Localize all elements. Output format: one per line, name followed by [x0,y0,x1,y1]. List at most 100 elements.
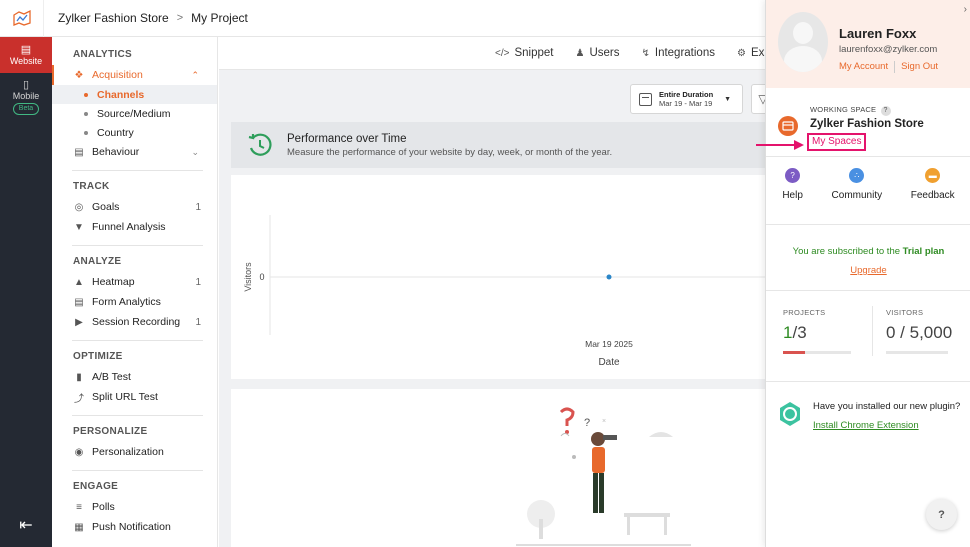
date-range-value: Mar 19 - Mar 19 [659,99,713,108]
nav-sub-country[interactable]: Country [52,123,217,142]
tab-label: Snippet [514,47,554,59]
divider [72,245,203,246]
nav-item-personalization[interactable]: ◉ Personalization [52,442,217,462]
visitors-label: VISITORS [886,308,924,317]
app-logo[interactable] [0,0,44,37]
nav-item-form-analytics[interactable]: ▤ Form Analytics [52,292,217,312]
nav-item-label: Split URL Test [92,391,158,403]
community-link[interactable]: ∴ Community [832,168,882,201]
performance-title: Performance over Time [287,132,407,145]
nav-item-label: Form Analytics [92,296,161,308]
nav-item-label: Polls [92,501,115,513]
funnel-icon: ▼ [74,221,84,233]
nav-item-polls[interactable]: ≡ Polls [52,497,217,517]
nav-item-goals[interactable]: ◎ Goals 1 [52,197,217,217]
divider [766,290,970,291]
lightning-icon: ↯ [641,48,650,59]
rail-item-website[interactable]: ▤ Website [0,37,52,73]
account-links: My Account Sign Out [839,61,938,73]
nav-section-personalize: PERSONALIZE [73,426,148,437]
nav-item-label: Goals [92,201,120,213]
code-icon: </> [495,48,510,59]
x-tick-label: Mar 19 2025 [585,339,633,349]
behaviour-icon: ▤ [74,146,84,158]
user-name: Lauren Foxx [839,26,917,41]
tab-users[interactable]: ♟ Users [575,47,619,59]
breadcrumb-store[interactable]: Zylker Fashion Store [58,11,169,25]
heatmap-icon: ▲ [74,276,84,288]
explorer-illustration: ? × [516,407,691,546]
ab-test-icon: ▮ [76,371,82,383]
divider [72,340,203,341]
nav-item-heatmap[interactable]: ▲ Heatmap 1 [52,272,217,292]
tab-label: Exp [750,47,765,59]
feedback-link[interactable]: ▬ Feedback [911,168,955,201]
date-range-dropdown[interactable]: Entire Duration Mar 19 - Mar 19 ▼ [630,84,743,114]
help-fab-button[interactable]: ? [926,499,957,530]
trial-plan: Trial plan [902,246,945,257]
user-email: laurenfoxx@zylker.com [839,44,938,55]
history-icon [248,133,272,156]
profile-header: › Lauren Foxx laurenfoxx@zylker.com My A… [766,0,970,88]
nav-sub-label: Channels [97,88,145,101]
divider [72,470,203,471]
nav-sub-source-medium[interactable]: Source/Medium [52,104,217,123]
close-icon[interactable]: › [964,4,967,15]
collapse-icon[interactable]: ⇤ [0,515,52,535]
help-link[interactable]: ? Help [782,168,803,201]
trial-status: You are subscribed to the Trial plan [766,246,970,257]
projects-label: PROJECTS [783,308,826,317]
nav-item-label: Session Recording [92,316,181,328]
polls-icon: ≡ [76,501,82,513]
upgrade-link[interactable]: Upgrade [766,265,970,276]
nav-item-label: Funnel Analysis [92,221,166,233]
tab-snippet[interactable]: </> Snippet [495,47,553,59]
help-icon[interactable]: ? [880,106,891,116]
x-axis-label: Date [598,357,620,368]
breadcrumb-project[interactable]: My Project [191,11,248,25]
performance-subtitle: Measure the performance of your website … [287,146,613,158]
projects-value: 1/3 [783,323,851,343]
rail-item-label: Mobile [12,91,40,101]
nav-item-label: Heatmap [92,276,135,288]
tab-exp[interactable]: ⚙ Exp [737,47,765,59]
users-icon: ♟ [575,48,585,59]
nav-section-track: TRACK [73,181,110,192]
nav-sub-channels[interactable]: Channels [52,85,217,104]
tab-integrations[interactable]: ↯ Integrations [641,47,715,59]
working-space-name: Zylker Fashion Store [810,118,924,130]
split-icon: ⤴ [74,393,84,405]
my-spaces-link[interactable]: My Spaces [807,133,867,151]
rail-item-mobile[interactable]: ▯ Mobile Beta [0,73,52,121]
my-account-link[interactable]: My Account [839,61,888,73]
data-point[interactable] [606,274,612,280]
install-chrome-extension-link[interactable]: Install Chrome Extension [813,420,919,431]
nav-item-behaviour[interactable]: ▤ Behaviour ⌄ [52,142,217,162]
gear-icon: ⚙ [736,48,746,59]
projects-progress-fill [783,351,806,354]
feedback-label: Feedback [910,190,955,201]
nav-item-ab-test[interactable]: ▮ A/B Test [52,367,217,387]
performance-banner: Performance over Time Measure the perfor… [231,122,765,168]
nav-item-session-recording[interactable]: ▶ Session Recording 1 [52,312,217,332]
push-icon: ▦ [74,521,84,533]
side-nav: ANALYTICS ❖ Acquisition ⌃ Channels Sourc… [52,37,218,547]
bullet-icon [84,92,88,97]
trial-text: You are subscribed to the [792,246,903,257]
chrome-icon [780,402,800,426]
form-icon: ▤ [74,296,84,308]
nav-item-split-url[interactable]: ⤴ Split URL Test [52,387,217,407]
top-tabs: </> Snippet ♟ Users ↯ Integrations ⚙ Exp [219,37,765,70]
nav-item-funnel[interactable]: ▼ Funnel Analysis [52,217,217,237]
main-content: </> Snippet ♟ Users ↯ Integrations ⚙ Exp Ent… [219,37,775,547]
video-icon: ▶ [75,316,83,328]
projects-progress [783,351,851,354]
divider [894,61,896,73]
sign-out-link[interactable]: Sign Out [901,61,938,73]
working-space-label-text: WORKING SPACE [810,105,877,114]
goals-count: 1 [195,201,201,213]
nav-item-push[interactable]: ▦ Push Notification [52,517,217,537]
nav-section-engage: ENGAGE [73,481,119,492]
nav-item-acquisition[interactable]: ❖ Acquisition ⌃ [52,65,217,85]
help-label: Help [782,190,803,201]
